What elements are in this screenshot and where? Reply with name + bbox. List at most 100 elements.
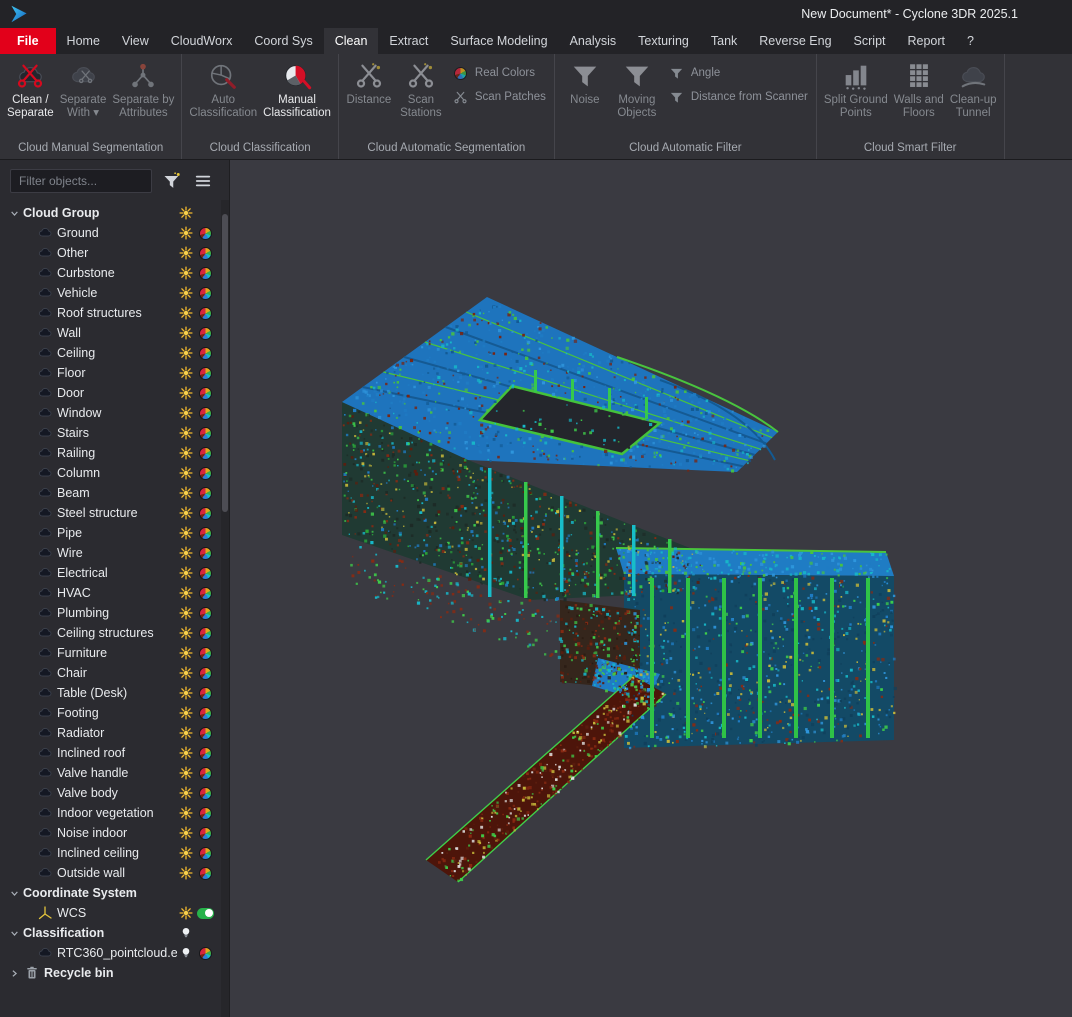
tree-item-furniture[interactable]: Furniture <box>0 643 229 663</box>
classification-pie-icon[interactable] <box>199 727 212 740</box>
tab-extract[interactable]: Extract <box>378 28 439 54</box>
classification-pie-icon[interactable] <box>199 467 212 480</box>
ribbon-button-scan-stations[interactable]: Scan Stations <box>395 57 447 138</box>
filter-input[interactable] <box>10 169 152 193</box>
tab-texturing[interactable]: Texturing <box>627 28 700 54</box>
classification-pie-icon[interactable] <box>199 807 212 820</box>
classification-pie-icon[interactable] <box>199 427 212 440</box>
visibility-sun-icon[interactable] <box>179 266 193 280</box>
tree-item-cloud-group[interactable]: Cloud Group <box>0 203 229 223</box>
chevron-down-icon[interactable] <box>6 207 23 220</box>
tree-item-ceiling-structures[interactable]: Ceiling structures <box>0 623 229 643</box>
ribbon-button-separate-with[interactable]: Separate With ▾ <box>57 57 110 138</box>
visibility-sun-icon[interactable] <box>179 566 193 580</box>
classification-pie-icon[interactable] <box>199 307 212 320</box>
tree-item-inclined-ceiling[interactable]: Inclined ceiling <box>0 843 229 863</box>
visibility-sun-icon[interactable] <box>179 626 193 640</box>
ribbon-button-noise[interactable]: Noise <box>559 57 611 138</box>
visibility-sun-icon[interactable] <box>179 426 193 440</box>
classification-pie-icon[interactable] <box>199 247 212 260</box>
visibility-sun-icon[interactable] <box>179 386 193 400</box>
tree-item-electrical[interactable]: Electrical <box>0 563 229 583</box>
classification-pie-icon[interactable] <box>199 407 212 420</box>
classification-pie-icon[interactable] <box>199 347 212 360</box>
classification-pie-icon[interactable] <box>199 267 212 280</box>
tab-view[interactable]: View <box>111 28 160 54</box>
ribbon-button-distance[interactable]: Distance <box>343 57 395 138</box>
filter-funnel-icon[interactable] <box>161 170 183 192</box>
tree-item-wire[interactable]: Wire <box>0 543 229 563</box>
tree-item-rtc360-pointcloud-e57[interactable]: RTC360_pointcloud.e57 <box>0 943 229 963</box>
visibility-sun-icon[interactable] <box>179 866 193 880</box>
tree-item-chair[interactable]: Chair <box>0 663 229 683</box>
tab-home[interactable]: Home <box>56 28 111 54</box>
visibility-sun-icon[interactable] <box>179 766 193 780</box>
classification-pie-icon[interactable] <box>199 787 212 800</box>
classification-pie-icon[interactable] <box>199 947 212 960</box>
classification-pie-icon[interactable] <box>199 487 212 500</box>
chevron-down-icon[interactable] <box>6 927 23 940</box>
visibility-sun-icon[interactable] <box>179 526 193 540</box>
chevron-right-icon[interactable] <box>6 967 23 980</box>
tab-surface-modeling[interactable]: Surface Modeling <box>439 28 558 54</box>
tree-item-railing[interactable]: Railing <box>0 443 229 463</box>
tab-help[interactable]: ? <box>956 28 985 54</box>
tree-item-valve-body[interactable]: Valve body <box>0 783 229 803</box>
visibility-sun-icon[interactable] <box>179 446 193 460</box>
visibility-sun-icon[interactable] <box>179 466 193 480</box>
classification-pie-icon[interactable] <box>199 607 212 620</box>
tree-item-other[interactable]: Other <box>0 243 229 263</box>
visibility-sun-icon[interactable] <box>179 686 193 700</box>
tree-item-recycle-bin[interactable]: Recycle bin <box>0 963 229 983</box>
bulb-icon[interactable] <box>179 926 193 940</box>
tree-item-hvac[interactable]: HVAC <box>0 583 229 603</box>
tab-coord-sys[interactable]: Coord Sys <box>243 28 323 54</box>
ribbon-button-separate-by-attributes[interactable]: Separate by Attributes <box>109 57 177 138</box>
tree-item-coordinate-system[interactable]: Coordinate System <box>0 883 229 903</box>
visibility-sun-icon[interactable] <box>179 746 193 760</box>
tab-tank[interactable]: Tank <box>700 28 748 54</box>
classification-pie-icon[interactable] <box>199 767 212 780</box>
ribbon-button-angle[interactable]: Angle <box>669 65 808 81</box>
visibility-sun-icon[interactable] <box>179 486 193 500</box>
chevron-down-icon[interactable] <box>6 887 23 900</box>
tab-report[interactable]: Report <box>897 28 957 54</box>
ribbon-button-auto-classification[interactable]: Auto Classification <box>186 57 260 138</box>
tree-item-radiator[interactable]: Radiator <box>0 723 229 743</box>
visibility-sun-icon[interactable] <box>179 286 193 300</box>
visibility-sun-icon[interactable] <box>179 246 193 260</box>
classification-pie-icon[interactable] <box>199 827 212 840</box>
visibility-sun-icon[interactable] <box>179 806 193 820</box>
tree-item-floor[interactable]: Floor <box>0 363 229 383</box>
classification-pie-icon[interactable] <box>199 667 212 680</box>
scrollbar-thumb[interactable] <box>222 214 228 512</box>
classification-pie-icon[interactable] <box>199 327 212 340</box>
classification-pie-icon[interactable] <box>199 867 212 880</box>
visibility-sun-icon[interactable] <box>179 666 193 680</box>
viewport-3d[interactable] <box>230 160 1072 1017</box>
tab-clean[interactable]: Clean <box>324 28 379 54</box>
ribbon-button-moving-objects[interactable]: Moving Objects <box>611 57 663 138</box>
tree-item-stairs[interactable]: Stairs <box>0 423 229 443</box>
tree-item-wcs[interactable]: WCS <box>0 903 229 923</box>
sidebar-scrollbar[interactable] <box>221 200 229 1017</box>
ribbon-button-scan-patches[interactable]: Scan Patches <box>453 89 546 105</box>
tree-item-indoor-vegetation[interactable]: Indoor vegetation <box>0 803 229 823</box>
tree-item-beam[interactable]: Beam <box>0 483 229 503</box>
visibility-sun-icon[interactable] <box>179 546 193 560</box>
tree-item-wall[interactable]: Wall <box>0 323 229 343</box>
visibility-sun-icon[interactable] <box>179 206 193 220</box>
visibility-sun-icon[interactable] <box>179 846 193 860</box>
visibility-sun-icon[interactable] <box>179 346 193 360</box>
visibility-sun-icon[interactable] <box>179 586 193 600</box>
tree-item-inclined-roof[interactable]: Inclined roof <box>0 743 229 763</box>
visibility-sun-icon[interactable] <box>179 826 193 840</box>
tree-item-table-desk[interactable]: Table (Desk) <box>0 683 229 703</box>
tree-item-valve-handle[interactable]: Valve handle <box>0 763 229 783</box>
ribbon-button-clean-up-tunnel[interactable]: Clean-up Tunnel <box>947 57 1000 138</box>
ribbon-button-clean-separate[interactable]: Clean / Separate <box>4 57 57 138</box>
visibility-sun-icon[interactable] <box>179 606 193 620</box>
classification-pie-icon[interactable] <box>199 567 212 580</box>
tree-item-ceiling[interactable]: Ceiling <box>0 343 229 363</box>
tab-cloudworx[interactable]: CloudWorx <box>160 28 244 54</box>
